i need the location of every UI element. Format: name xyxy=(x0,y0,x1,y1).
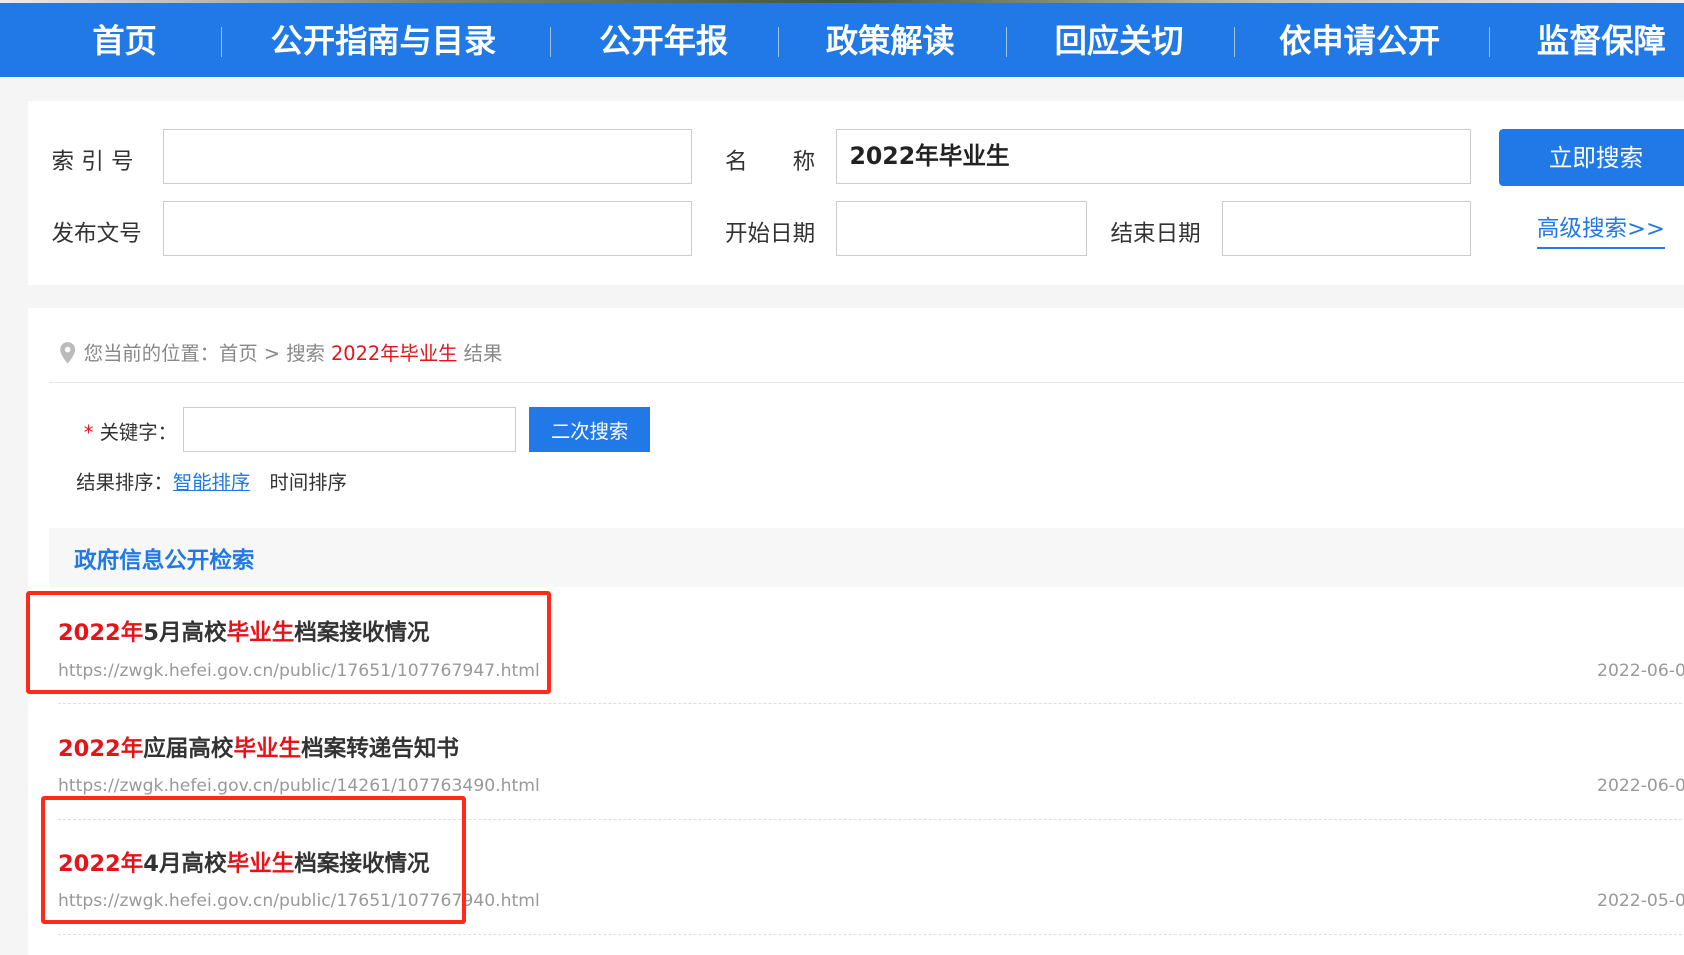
nav-supervision[interactable]: 监督保障 xyxy=(1537,3,1666,80)
breadcrumb-search: 搜索 xyxy=(286,342,331,366)
section-title: 政府信息公开检索 xyxy=(74,548,255,575)
search-button[interactable]: 立即搜索 xyxy=(1499,128,1684,186)
sort-options: 结果排序：智能排序 时间排序 xyxy=(76,467,347,495)
nav-divider xyxy=(1488,26,1490,57)
required-mark: * xyxy=(83,420,94,444)
index-label: 索 引 号 xyxy=(51,148,134,175)
breadcrumb-sep: > xyxy=(257,342,287,366)
nav-divider xyxy=(549,26,551,57)
nav-guide[interactable]: 公开指南与目录 xyxy=(271,3,497,80)
end-date-label: 结束日期 xyxy=(1110,220,1201,247)
sort-smart[interactable]: 智能排序 xyxy=(173,471,250,494)
sort-label: 结果排序： xyxy=(76,471,173,495)
highlight-box xyxy=(40,795,466,925)
result-title[interactable]: 2022年应届高校毕业生档案转递告知书 xyxy=(58,731,459,763)
nav-policy[interactable]: 政策解读 xyxy=(826,3,955,80)
highlight-box xyxy=(25,590,552,695)
secondary-search-button[interactable]: 二次搜索 xyxy=(529,407,650,453)
end-date-input[interactable] xyxy=(1222,200,1472,256)
section-header: 政府信息公开检索 xyxy=(49,528,1684,588)
doc-number-label: 发布文号 xyxy=(51,220,142,247)
start-date-label: 开始日期 xyxy=(724,220,816,247)
sort-time[interactable]: 时间排序 xyxy=(270,471,347,494)
nav-home[interactable]: 首页 xyxy=(92,3,156,80)
start-date-input[interactable] xyxy=(835,200,1087,256)
result-date: 2022-06-08 xyxy=(1597,776,1684,797)
nav-response[interactable]: 回应关切 xyxy=(1055,3,1184,80)
divider xyxy=(49,382,1684,384)
main-nav: 首页 公开指南与目录 公开年报 政策解读 回应关切 依申请公开 监督保障 xyxy=(0,3,1684,80)
advanced-search-link[interactable]: 高级搜索>> xyxy=(1536,211,1665,249)
breadcrumb-home[interactable]: 首页 xyxy=(219,342,258,365)
location-pin-icon xyxy=(60,342,76,364)
index-input[interactable] xyxy=(163,128,692,184)
nav-apply[interactable]: 依申请公开 xyxy=(1279,3,1440,80)
keyword-label: * 关键字： xyxy=(84,417,177,445)
nav-divider xyxy=(221,26,223,57)
keyword-input[interactable] xyxy=(182,407,516,453)
search-panel: 索 引 号 名 称 2022年毕业生 立即搜索 发布文号 开始日期 结束日期 高… xyxy=(27,100,1684,285)
result-url[interactable]: https://zwgk.hefei.gov.cn/public/14261/1… xyxy=(58,776,540,796)
name-label: 名 称 xyxy=(724,148,816,175)
breadcrumb-term: 2022年毕业生 xyxy=(331,342,458,366)
breadcrumb: 您当前的位置：首页 > 搜索 2022年毕业生 结果 xyxy=(58,338,502,366)
doc-number-input[interactable] xyxy=(163,200,692,256)
keyword-label-text: 关键字： xyxy=(99,420,177,444)
nav-divider xyxy=(1006,26,1008,57)
name-input[interactable]: 2022年毕业生 xyxy=(835,128,1472,184)
breadcrumb-suffix: 结果 xyxy=(457,342,503,366)
nav-divider xyxy=(777,26,779,57)
nav-divider xyxy=(1234,26,1236,57)
breadcrumb-prefix: 您当前的位置： xyxy=(83,342,220,366)
result-date: 2022-06-09 xyxy=(1597,660,1684,681)
nav-annual-report[interactable]: 公开年报 xyxy=(599,3,728,80)
result-date: 2022-05-09 xyxy=(1597,891,1684,912)
